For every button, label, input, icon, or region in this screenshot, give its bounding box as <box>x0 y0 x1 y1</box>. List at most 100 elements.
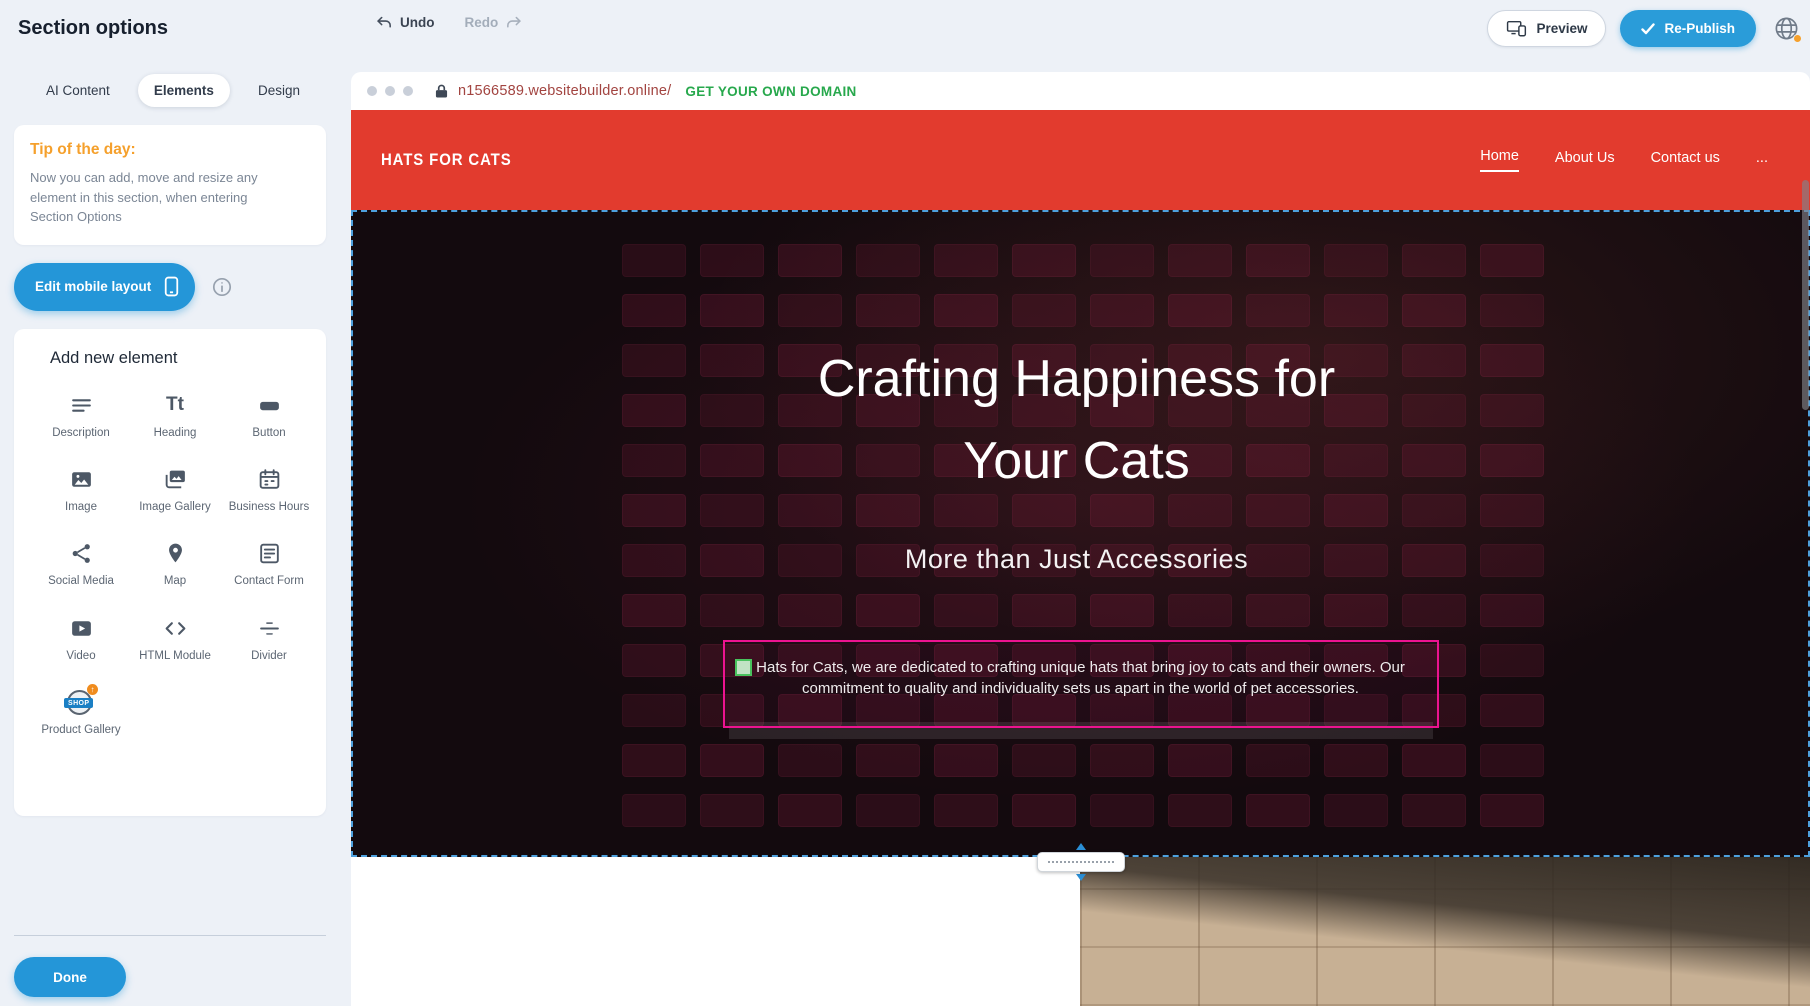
hero-tile <box>1168 244 1232 277</box>
window-dot <box>403 86 413 96</box>
element-social-media[interactable]: Social Media <box>36 540 126 588</box>
element-description[interactable]: Description <box>36 392 126 440</box>
hero-tile <box>622 694 686 727</box>
redo-button[interactable]: Redo <box>465 14 523 31</box>
hero-tile <box>1402 744 1466 777</box>
upgrade-badge: ↑ <box>87 684 98 695</box>
window-dot <box>367 86 377 96</box>
hero-subheading[interactable]: More than Just Accessories <box>351 544 1802 575</box>
hero-tile <box>700 294 764 327</box>
hero-tile <box>1246 594 1310 627</box>
element-product-gallery[interactable]: SHOP ↑ Product Gallery <box>36 689 126 737</box>
window-controls <box>367 86 413 96</box>
resize-up-arrow-icon <box>1076 843 1086 850</box>
lock-icon <box>435 83 448 99</box>
element-heading[interactable]: Tt Heading <box>130 392 220 440</box>
element-label: Video <box>66 649 95 663</box>
element-label: Image <box>65 500 97 514</box>
hero-tile <box>778 744 842 777</box>
republish-label: Re-Publish <box>1664 21 1735 36</box>
element-label: Image Gallery <box>139 500 211 514</box>
element-image-gallery[interactable]: Image Gallery <box>130 466 220 514</box>
hero-tile <box>856 744 920 777</box>
get-domain-link[interactable]: GET YOUR OWN DOMAIN <box>685 84 856 99</box>
site-nav: Home About Us Contact us ... <box>1480 148 1768 172</box>
hero-paragraph: Hats for Cats, we are dedicated to craft… <box>737 657 1425 700</box>
hero-tile <box>1246 794 1310 827</box>
tab-ai-content[interactable]: AI Content <box>30 74 126 107</box>
element-drag-handle[interactable] <box>735 659 752 676</box>
hero-section-selected[interactable]: Crafting Happiness for Your Cats More th… <box>351 210 1810 857</box>
shop-badge: SHOP <box>64 698 93 708</box>
html-module-icon <box>163 616 188 641</box>
hero-tile <box>1324 244 1388 277</box>
nav-about-us[interactable]: About Us <box>1555 150 1615 170</box>
hero-tile <box>1168 594 1232 627</box>
hero-tile <box>934 794 998 827</box>
hero-tile <box>1012 594 1076 627</box>
redo-icon <box>505 14 522 31</box>
hero-tile <box>700 744 764 777</box>
notification-dot <box>1793 34 1802 43</box>
paragraph-element-selected[interactable]: Hats for Cats, we are dedicated to craft… <box>723 640 1439 728</box>
scrollbar-thumb[interactable] <box>1802 180 1809 410</box>
element-map[interactable]: Map <box>130 540 220 588</box>
hero-tile <box>1246 744 1310 777</box>
hero-tile <box>1402 794 1466 827</box>
hero-tile <box>778 244 842 277</box>
element-video[interactable]: Video <box>36 615 126 663</box>
element-contact-form[interactable]: Contact Form <box>224 540 314 588</box>
hero-tile <box>700 794 764 827</box>
browser-chrome: n1566589.websitebuilder.online/ GET YOUR… <box>351 72 1810 110</box>
undo-button[interactable]: Undo <box>376 14 435 31</box>
hero-heading[interactable]: Crafting Happiness for Your Cats <box>351 338 1802 502</box>
site-header[interactable]: HATS FOR CATS Home About Us Contact us .… <box>351 110 1810 210</box>
element-html-module[interactable]: HTML Module <box>130 615 220 663</box>
hero-tile <box>1324 294 1388 327</box>
hero-tile <box>1168 744 1232 777</box>
element-business-hours[interactable]: Business Hours <box>224 466 314 514</box>
element-label: Divider <box>251 649 287 663</box>
edit-mobile-layout-button[interactable]: Edit mobile layout <box>14 263 195 311</box>
add-element-title: Add new element <box>50 349 316 368</box>
done-button[interactable]: Done <box>14 957 126 997</box>
hero-tile <box>1480 794 1544 827</box>
site-url[interactable]: n1566589.websitebuilder.online/ <box>458 83 671 99</box>
nav-home[interactable]: Home <box>1480 148 1519 172</box>
site-logo[interactable]: HATS FOR CATS <box>381 150 512 170</box>
info-button[interactable] <box>211 276 233 298</box>
topbar: Section options Undo Redo Preview Re-Pub… <box>0 0 1810 58</box>
contact-form-icon <box>257 541 282 566</box>
hero-tile <box>1012 794 1076 827</box>
nav-more[interactable]: ... <box>1756 150 1768 170</box>
language-globe-button[interactable] <box>1770 13 1802 45</box>
element-label: Contact Form <box>234 574 304 588</box>
element-divider[interactable]: Divider <box>224 615 314 663</box>
check-icon <box>1641 23 1655 35</box>
tab-design[interactable]: Design <box>242 74 316 107</box>
hero-tile <box>856 794 920 827</box>
hero-tile <box>1090 744 1154 777</box>
element-label: Button <box>252 426 285 440</box>
tab-elements[interactable]: Elements <box>138 74 230 107</box>
hero-tile <box>934 244 998 277</box>
hero-tile <box>1168 294 1232 327</box>
hero-tile <box>778 794 842 827</box>
business-hours-icon <box>257 467 282 492</box>
element-label: Product Gallery <box>41 723 120 737</box>
hero-tile <box>778 594 842 627</box>
heading-icon: Tt <box>166 394 184 416</box>
site-scrollbar[interactable] <box>1800 110 1810 1006</box>
section-resize-handle[interactable] <box>1037 843 1125 881</box>
map-icon <box>163 541 188 566</box>
sidebar-tabs: AI Content Elements Design <box>30 74 316 107</box>
republish-button[interactable]: Re-Publish <box>1620 10 1756 47</box>
element-button[interactable]: Button <box>224 392 314 440</box>
element-label: Description <box>52 426 110 440</box>
preview-button[interactable]: Preview <box>1487 10 1606 47</box>
devices-icon <box>1506 20 1527 37</box>
section-options-sidebar: AI Content Elements Design Tip of the da… <box>0 58 340 1006</box>
element-image[interactable]: Image <box>36 466 126 514</box>
undo-icon <box>376 14 393 31</box>
nav-contact-us[interactable]: Contact us <box>1651 150 1720 170</box>
